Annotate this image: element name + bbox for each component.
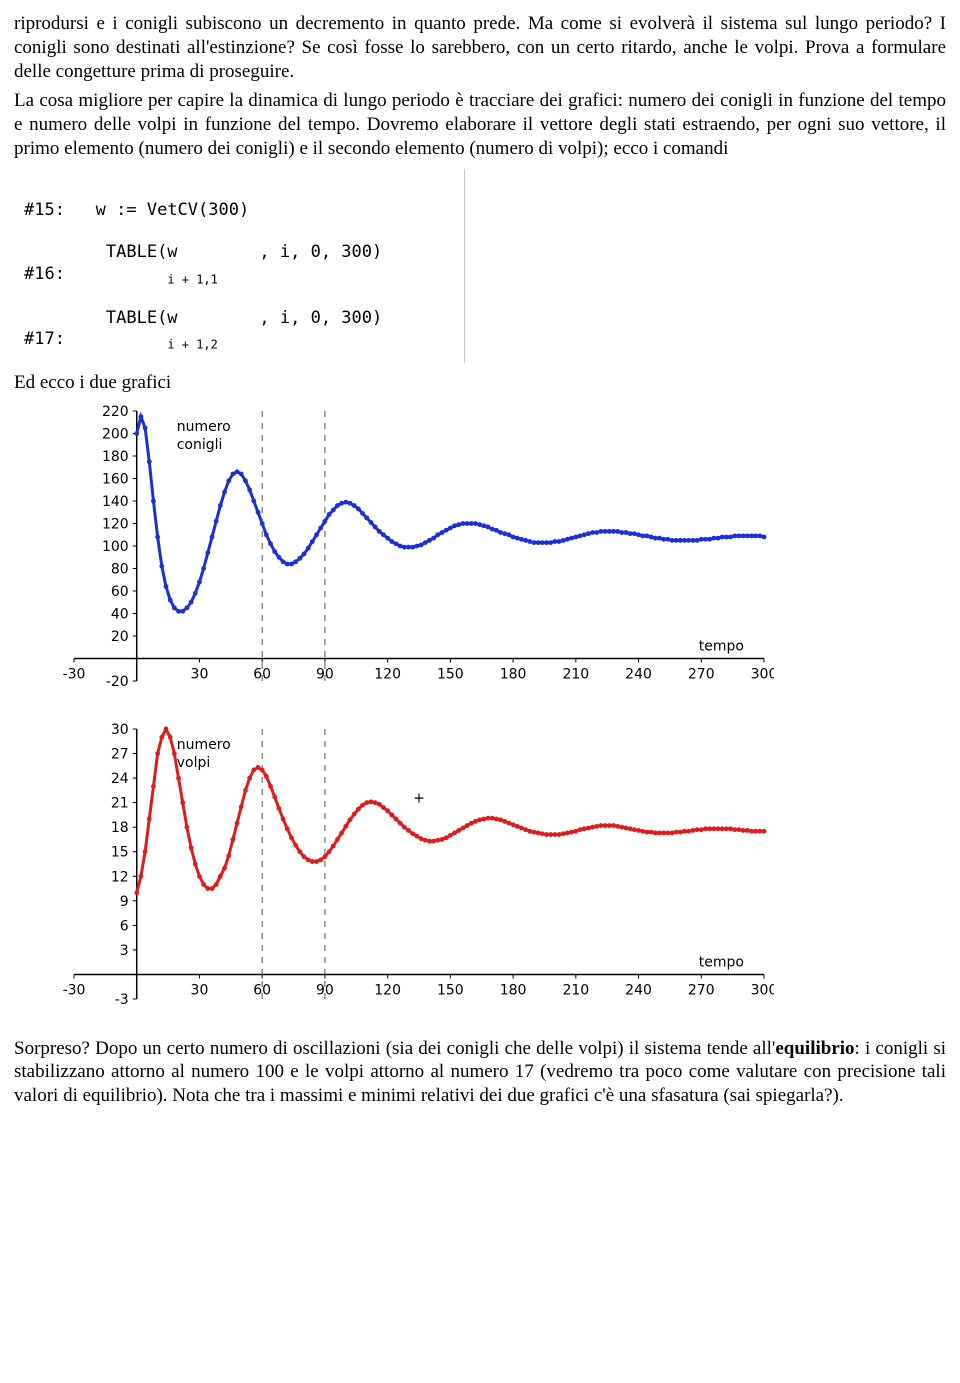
svg-text:150: 150 (437, 982, 464, 998)
svg-text:6: 6 (120, 918, 129, 934)
svg-text:120: 120 (102, 516, 129, 532)
svg-text:180: 180 (500, 982, 527, 998)
svg-text:27: 27 (111, 746, 129, 762)
svg-text:+: + (413, 790, 425, 806)
svg-text:30: 30 (191, 982, 209, 998)
svg-text:30: 30 (191, 666, 209, 682)
svg-text:140: 140 (102, 494, 129, 510)
paragraph-1: riprodursi e i conigli subiscono un decr… (14, 12, 946, 83)
chart-inline-label: numero (177, 737, 231, 753)
svg-text:270: 270 (688, 982, 715, 998)
svg-text:24: 24 (111, 771, 129, 787)
paragraph-3: Sorpreso? Dopo un certo numero di oscill… (14, 1037, 946, 1108)
code-line-17-top: TABLE(w , i, 0, 300) (106, 308, 382, 328)
svg-text:240: 240 (625, 666, 652, 682)
svg-text:300: 300 (751, 982, 774, 998)
svg-text:-30: -30 (63, 666, 86, 682)
chart-volpi: -336912151821242730-30306090120150180210… (14, 719, 946, 1029)
svg-text:100: 100 (102, 539, 129, 555)
svg-text:-30: -30 (63, 982, 86, 998)
svg-text:21: 21 (111, 795, 129, 811)
chart-conigli: -2020406080100120140160180200220-3030609… (14, 401, 946, 711)
code-block: #15: w := VetCV(300) TABLE(w , i, 0, 300… (14, 169, 465, 363)
svg-text:150: 150 (437, 666, 464, 682)
code-line-17-sub: i + 1,2 (167, 338, 218, 352)
svg-text:tempo: tempo (699, 638, 744, 654)
svg-text:15: 15 (111, 844, 129, 860)
svg-text:80: 80 (111, 561, 129, 577)
code-line-15-expr: w := VetCV(300) (96, 200, 250, 220)
svg-text:9: 9 (120, 893, 129, 909)
graphs-caption: Ed ecco i due grafici (14, 371, 946, 395)
svg-text:20: 20 (111, 629, 129, 645)
code-line-15-label: #15: (24, 200, 65, 220)
code-line-16-top: TABLE(w , i, 0, 300) (106, 242, 382, 262)
svg-text:volpi: volpi (177, 755, 211, 771)
svg-text:3: 3 (120, 942, 129, 958)
paragraph-2: La cosa migliore per capire la dinamica … (14, 89, 946, 160)
svg-text:18: 18 (111, 820, 129, 836)
svg-text:180: 180 (500, 666, 527, 682)
svg-text:270: 270 (688, 666, 715, 682)
code-line-16-sub: i + 1,1 (167, 272, 218, 286)
code-line-16-label: #16: (24, 264, 65, 284)
svg-text:30: 30 (111, 722, 129, 738)
svg-text:160: 160 (102, 471, 129, 487)
code-line-17-label: #17: (24, 329, 65, 349)
svg-text:-3: -3 (115, 992, 129, 1008)
svg-text:200: 200 (102, 426, 129, 442)
svg-text:210: 210 (562, 982, 589, 998)
svg-text:60: 60 (111, 584, 129, 600)
svg-text:210: 210 (562, 666, 589, 682)
svg-text:tempo: tempo (699, 954, 744, 970)
svg-text:300: 300 (751, 666, 774, 682)
svg-text:conigli: conigli (177, 437, 223, 453)
svg-text:120: 120 (374, 666, 401, 682)
svg-text:220: 220 (102, 404, 129, 420)
svg-text:180: 180 (102, 449, 129, 465)
svg-text:12: 12 (111, 869, 129, 885)
svg-text:40: 40 (111, 606, 129, 622)
chart-inline-label: numero (177, 419, 231, 435)
svg-text:-20: -20 (106, 674, 129, 690)
svg-text:120: 120 (374, 982, 401, 998)
svg-text:240: 240 (625, 982, 652, 998)
